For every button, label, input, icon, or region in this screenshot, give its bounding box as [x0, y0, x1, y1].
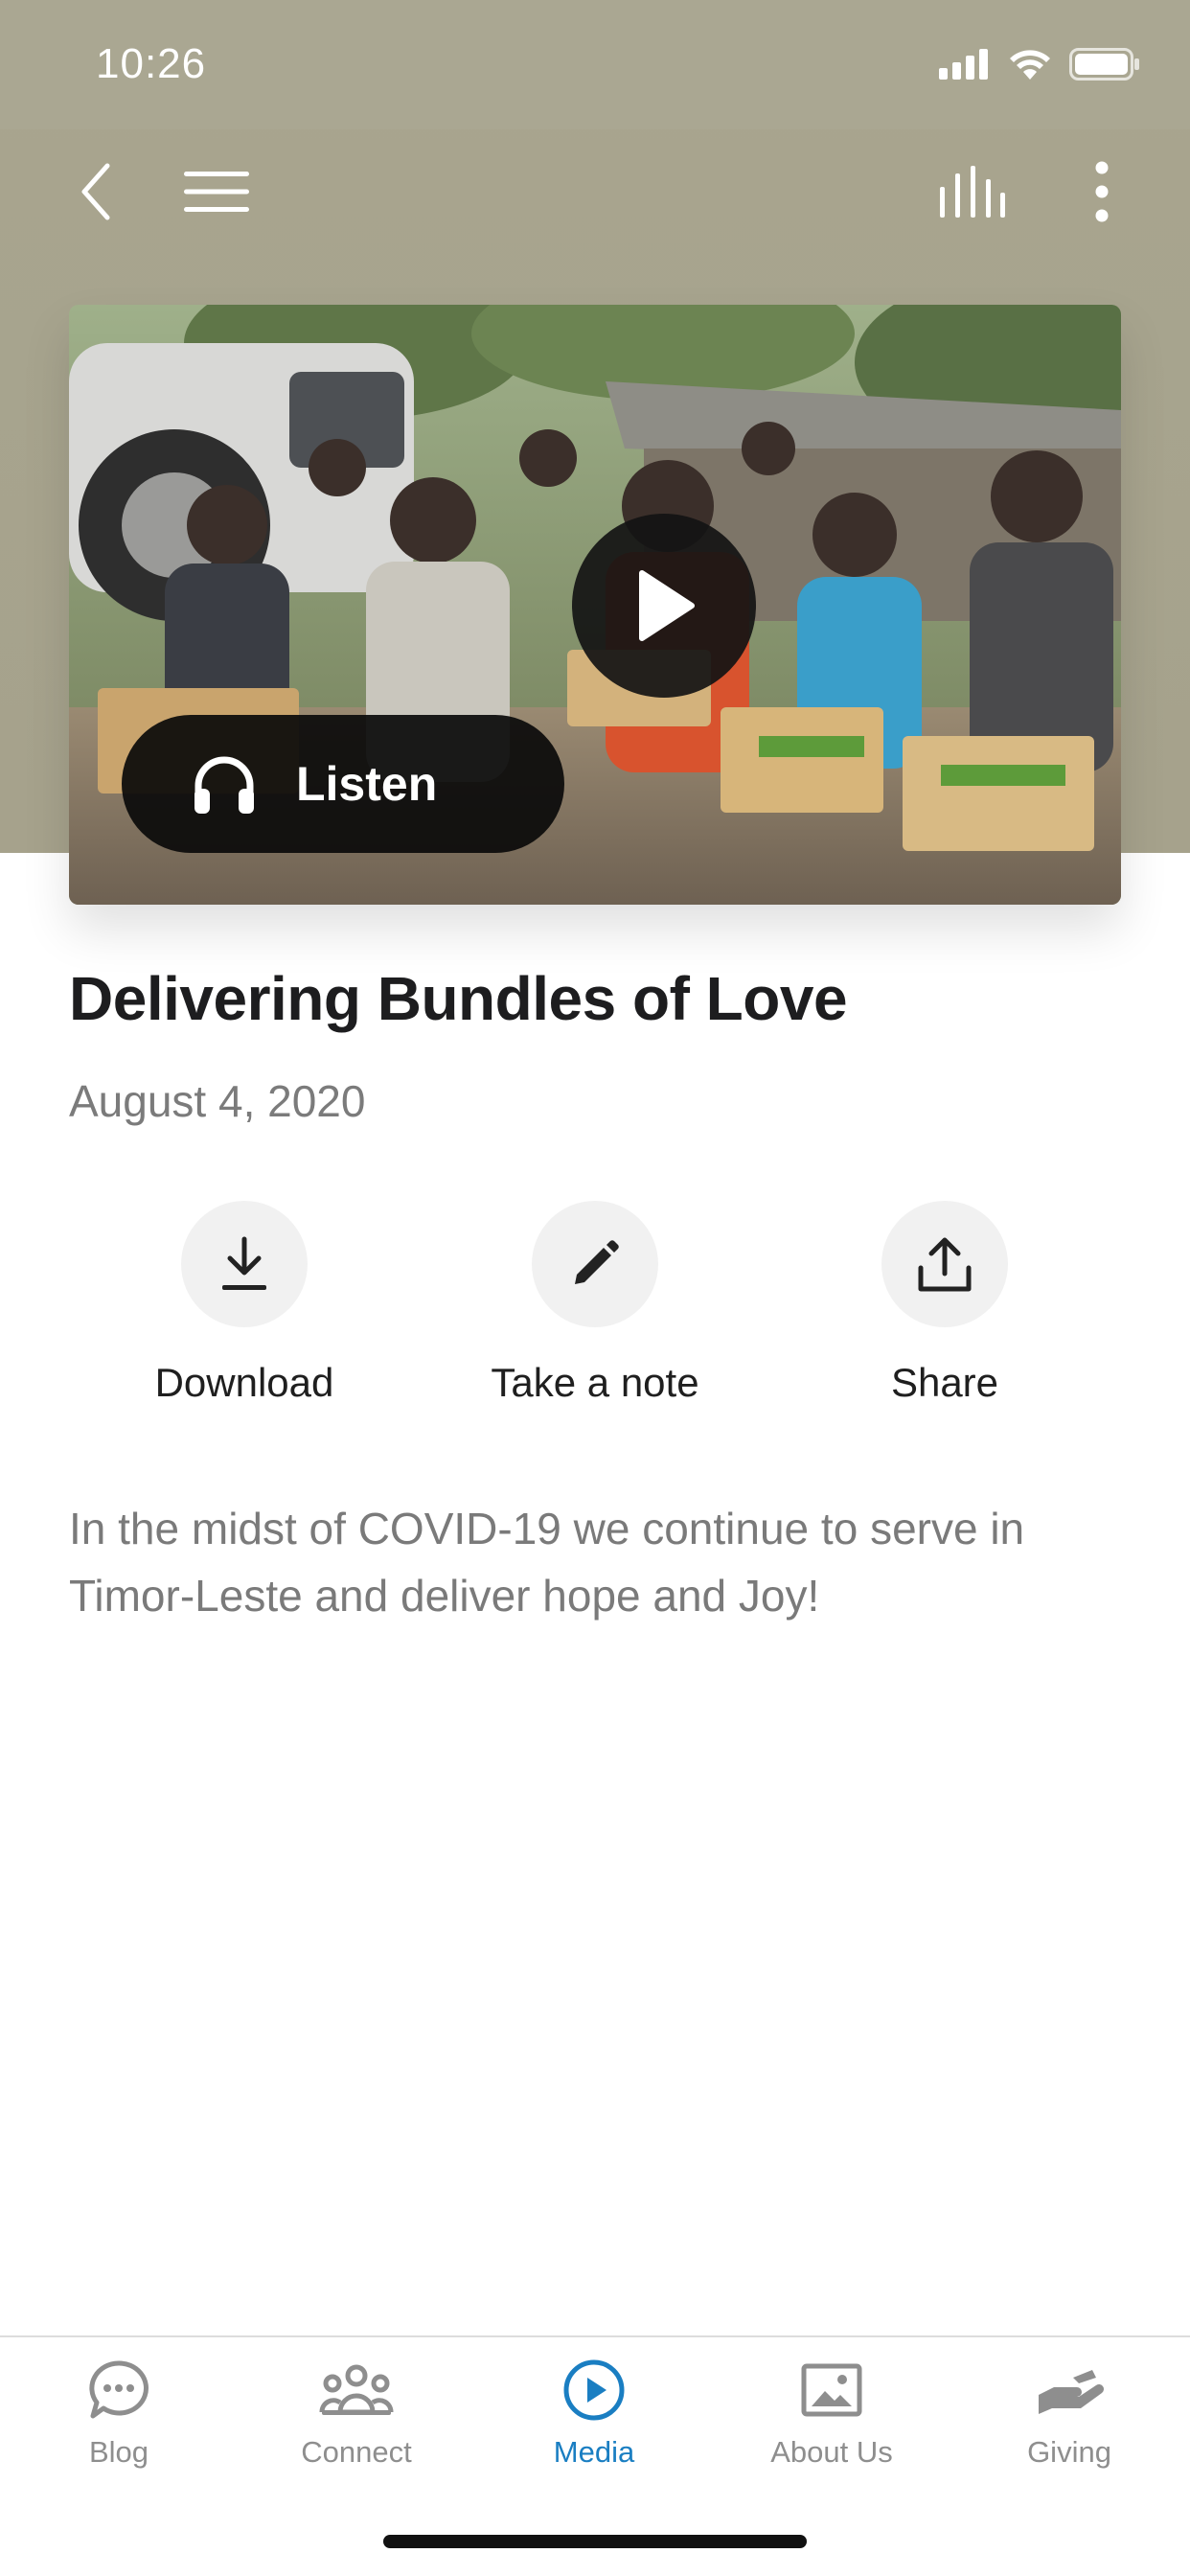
chevron-left-icon	[81, 163, 110, 220]
share-circle	[881, 1201, 1008, 1327]
page-title: Delivering Bundles of Love	[69, 964, 848, 1033]
download-circle	[181, 1201, 308, 1327]
play-button[interactable]	[572, 514, 756, 698]
listen-button[interactable]: Listen	[122, 715, 564, 853]
top-navigation	[0, 129, 1190, 254]
take-note-label: Take a note	[491, 1360, 699, 1405]
back-button[interactable]	[57, 153, 134, 230]
action-row: Download Take a note Share	[0, 1201, 1190, 1421]
hamburger-menu-icon	[184, 172, 249, 212]
giving-hand-icon	[1039, 2370, 1104, 2414]
listen-label: Listen	[296, 757, 438, 811]
battery-icon	[1069, 48, 1139, 80]
status-icons	[939, 48, 1140, 80]
image-icon	[801, 2363, 862, 2417]
share-label: Share	[890, 1360, 999, 1405]
article-description: In the midst of COVID-19 we continue to …	[69, 1504, 1025, 1621]
tab-about-us[interactable]: About Us	[713, 2358, 950, 2470]
headphones-icon	[195, 756, 254, 814]
play-circle-icon	[563, 2359, 625, 2421]
status-bar: 10:26	[0, 0, 1190, 129]
people-icon	[319, 2364, 394, 2415]
status-time: 10:26	[96, 40, 207, 87]
wifi-icon	[1010, 50, 1050, 80]
home-indicator	[383, 2535, 807, 2548]
chat-bubble-icon	[89, 2360, 149, 2419]
play-icon	[639, 570, 695, 641]
tab-media-label: Media	[553, 2435, 635, 2469]
share-button[interactable]: Share	[772, 1201, 1117, 1406]
tab-media[interactable]: Media	[475, 2358, 713, 2470]
publish-date: August 4, 2020	[69, 1076, 366, 1126]
menu-button[interactable]	[174, 153, 259, 230]
tab-connect-label: Connect	[301, 2435, 412, 2469]
download-icon	[222, 1236, 266, 1290]
download-button[interactable]: Download	[72, 1201, 417, 1406]
download-label: Download	[154, 1360, 334, 1405]
more-options-button[interactable]	[1064, 153, 1140, 230]
audio-button[interactable]	[929, 153, 1016, 230]
tab-connect[interactable]: Connect	[238, 2358, 475, 2470]
take-note-button[interactable]: Take a note	[423, 1201, 767, 1406]
audio-bars-icon	[940, 166, 1005, 218]
tab-blog[interactable]: Blog	[0, 2358, 238, 2470]
media-card[interactable]: Listen	[69, 305, 1121, 905]
share-icon	[918, 1237, 972, 1292]
tab-about-us-label: About Us	[770, 2435, 893, 2469]
take-note-circle	[532, 1201, 658, 1327]
pencil-icon	[575, 1240, 619, 1284]
tab-blog-label: Blog	[88, 2435, 149, 2469]
cellular-signal-icon	[939, 49, 988, 80]
tab-giving-label: Giving	[1027, 2435, 1111, 2469]
more-vertical-icon	[1095, 161, 1109, 222]
tab-giving[interactable]: Giving	[950, 2358, 1188, 2470]
